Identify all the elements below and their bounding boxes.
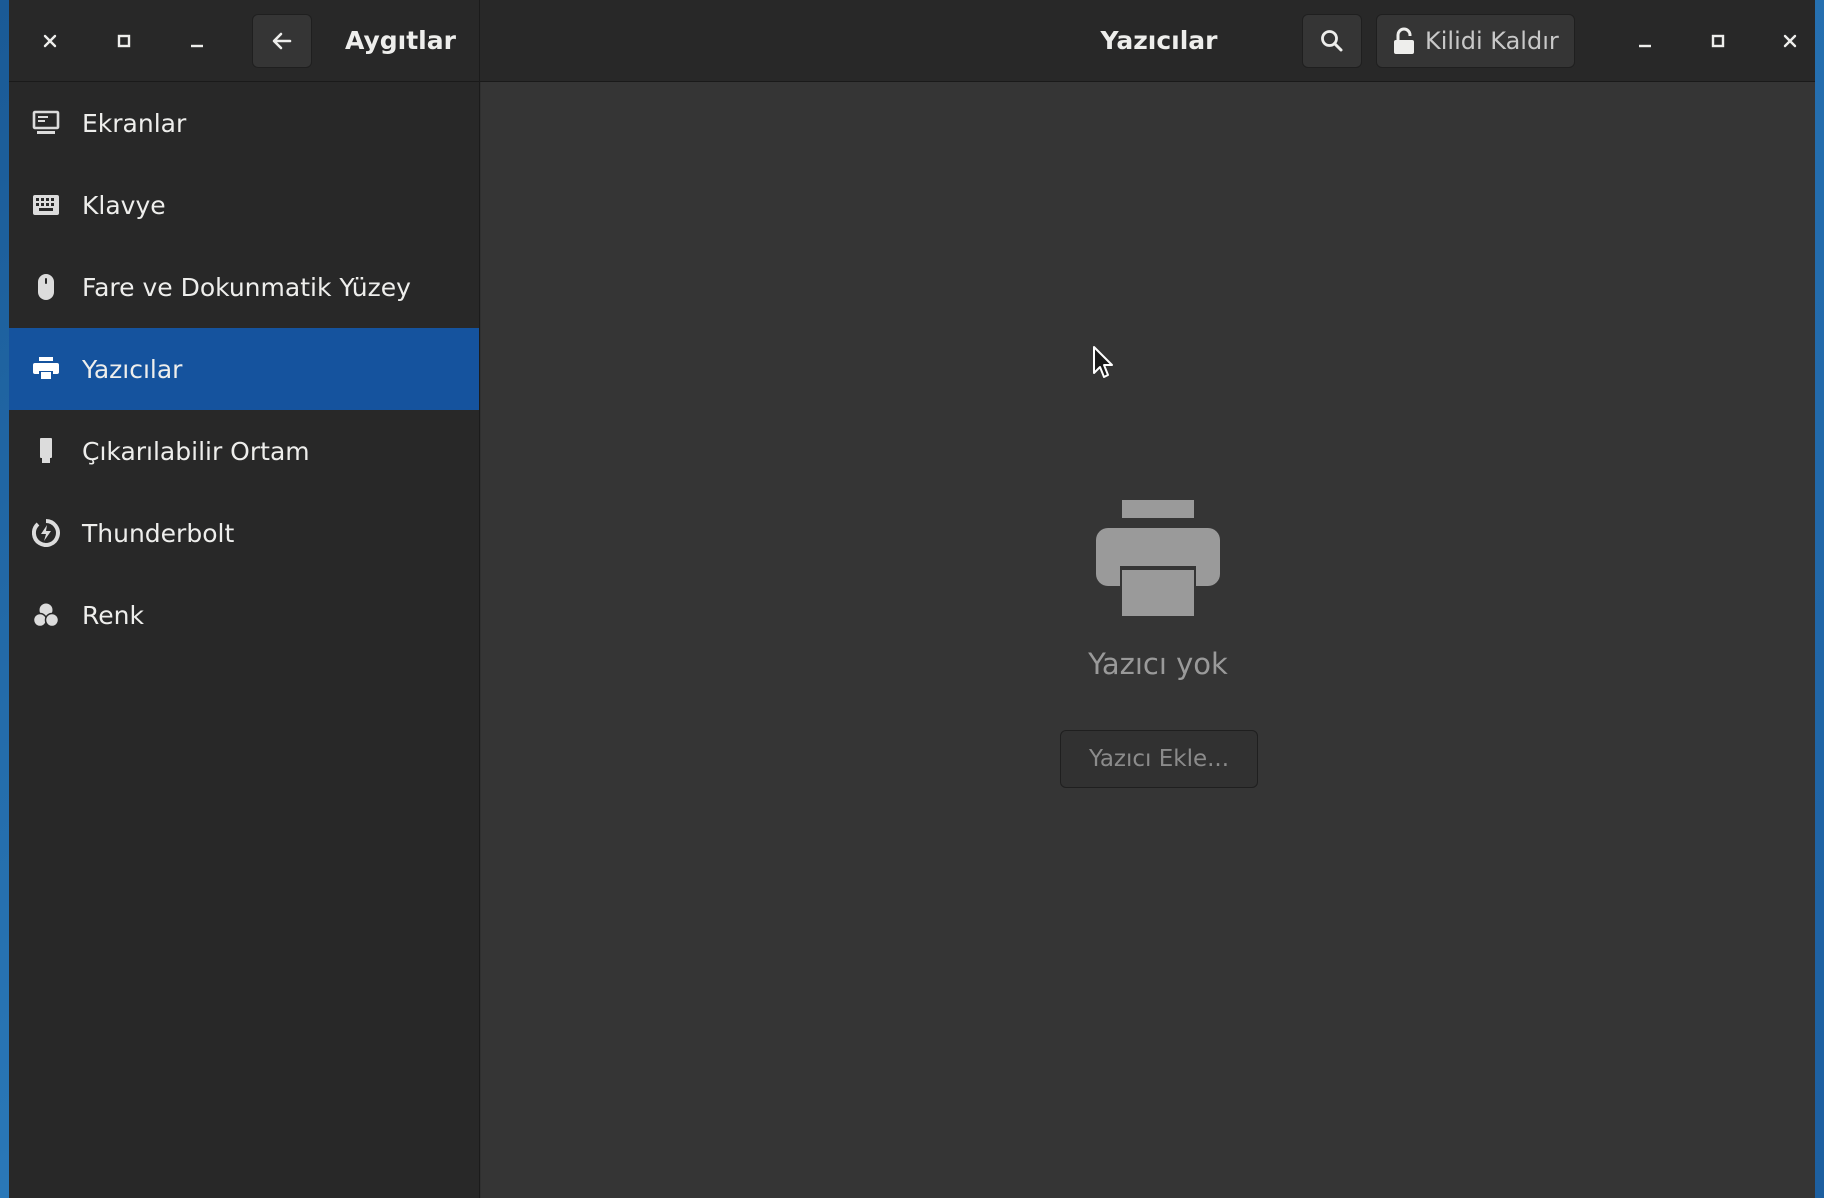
header-bar: Aygıtlar Yazıcılar Kilidi Kaldır <box>9 0 1815 82</box>
maximize-icon <box>1711 34 1725 48</box>
printer-placeholder-icon <box>1096 500 1220 616</box>
no-printers-message: Yazıcı yok <box>1088 647 1228 681</box>
page-title: Yazıcılar <box>1100 26 1218 55</box>
sidebar-item-removable-media[interactable]: Çıkarılabilir Ortam <box>9 410 479 492</box>
sidebar-item-printers[interactable]: Yazıcılar <box>9 328 479 410</box>
sidebar-item-label: Çıkarılabilir Ortam <box>82 436 310 466</box>
color-icon <box>31 600 61 630</box>
sidebar-item-displays[interactable]: Ekranlar <box>9 82 479 164</box>
close-icon <box>43 34 57 48</box>
sidebar-item-thunderbolt[interactable]: Thunderbolt <box>9 492 479 574</box>
search-button[interactable] <box>1302 14 1362 68</box>
keyboard-icon <box>31 190 61 220</box>
minimize-window-button[interactable] <box>176 19 218 63</box>
sidebar-item-keyboard[interactable]: Klavye <box>9 164 479 246</box>
sidebar-item-label: Klavye <box>82 190 166 220</box>
usb-drive-icon <box>31 436 61 466</box>
maximize-window-button-right[interactable] <box>1697 19 1739 63</box>
header-left-pane: Aygıtlar <box>9 0 480 82</box>
sidebar-item-label: Thunderbolt <box>82 518 235 548</box>
sidebar-item-label: Yazıcılar <box>82 354 183 384</box>
sidebar: Ekranlar Klavye Fare ve Dokunmatik Yüzey… <box>9 82 480 1198</box>
sidebar-item-label: Renk <box>82 600 144 630</box>
sidebar-item-label: Fare ve Dokunmatik Yüzey <box>82 272 411 302</box>
maximize-window-button[interactable] <box>103 19 145 63</box>
minimize-window-button-right[interactable] <box>1624 19 1666 63</box>
back-button[interactable] <box>252 14 312 68</box>
printers-panel: Yazıcı yok Yazıcı Ekle... <box>481 82 1815 1198</box>
unlock-label: Kilidi Kaldır <box>1425 27 1559 55</box>
minimize-icon <box>191 44 203 48</box>
close-window-button-right[interactable] <box>1769 19 1811 63</box>
mouse-icon <box>31 272 61 302</box>
thunderbolt-icon <box>31 518 61 548</box>
sidebar-item-label: Ekranlar <box>82 108 187 138</box>
settings-window: Aygıtlar Yazıcılar Kilidi Kaldır Ekranla… <box>9 0 1815 1198</box>
sidebar-title: Aygıtlar <box>345 26 456 55</box>
close-icon <box>1783 34 1797 48</box>
add-printer-button[interactable]: Yazıcı Ekle... <box>1060 730 1258 788</box>
sidebar-item-color[interactable]: Renk <box>9 574 479 656</box>
unlock-button[interactable]: Kilidi Kaldır <box>1376 14 1575 68</box>
search-icon <box>1321 30 1343 52</box>
close-window-button[interactable] <box>29 19 71 63</box>
display-icon <box>31 108 61 138</box>
lock-icon <box>1394 27 1414 54</box>
arrow-left-icon <box>272 32 292 50</box>
mouse-pointer-icon <box>1093 346 1113 378</box>
maximize-icon <box>117 34 131 48</box>
minimize-icon <box>1639 44 1651 48</box>
printer-icon <box>31 354 61 384</box>
sidebar-item-mouse-touchpad[interactable]: Fare ve Dokunmatik Yüzey <box>9 246 479 328</box>
